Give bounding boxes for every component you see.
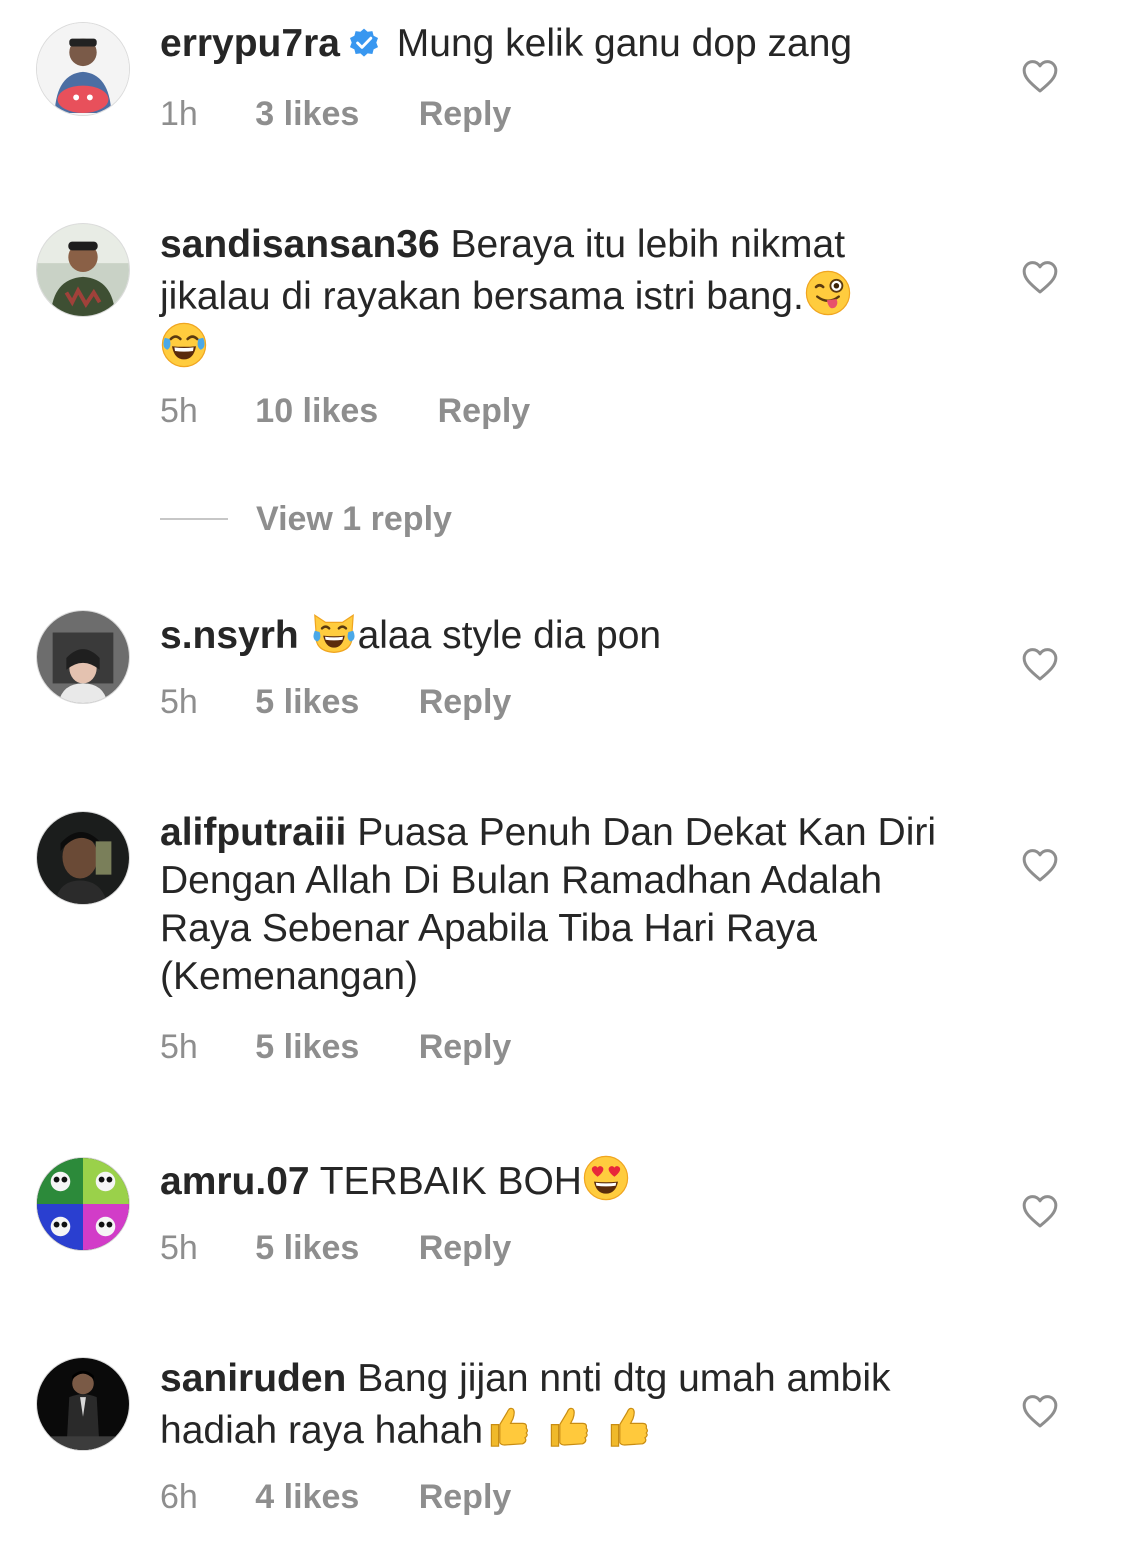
smiling-face-with-heart-eyes-emoji: [582, 1154, 630, 1202]
comment-time: 1h: [160, 95, 198, 133]
avatar[interactable]: [36, 1357, 130, 1451]
view-replies-button[interactable]: View 1 reply: [160, 500, 452, 542]
divider-line: [160, 518, 228, 520]
heart-outline-icon[interactable]: [1020, 644, 1060, 684]
reply-button[interactable]: Reply: [419, 1027, 512, 1067]
comment-meta: 5h 5 likes Reply: [160, 1027, 511, 1067]
heart-outline-icon[interactable]: [1020, 56, 1060, 96]
comment-username[interactable]: s.nsyrh: [160, 614, 299, 657]
thumbs-up-emoji: [483, 1403, 531, 1451]
avatar[interactable]: [36, 610, 130, 704]
reply-button[interactable]: Reply: [438, 391, 531, 431]
comment-meta: 5h 10 likes Reply: [160, 391, 530, 431]
avatar[interactable]: [36, 811, 130, 905]
comment-text-block: sandisansan36 Beraya itu lebih nikmat ji…: [160, 221, 950, 373]
comment-username[interactable]: errypu7ra: [160, 22, 340, 65]
comment-likes[interactable]: 5 likes: [255, 682, 359, 722]
comment-meta: 5h 5 likes Reply: [160, 1228, 511, 1268]
winking-face-with-tongue-emoji: [804, 269, 852, 317]
comment-username[interactable]: amru.07: [160, 1160, 310, 1203]
heart-outline-icon[interactable]: [1020, 1391, 1060, 1431]
face-with-tears-of-joy-emoji: [160, 321, 208, 369]
comment-text-block: saniruden Bang jijan nnti dtg umah ambik…: [160, 1355, 950, 1455]
comment-text-block: errypu7ra Mung kelik ganu dop zang: [160, 20, 950, 68]
comment-likes[interactable]: 3 likes: [255, 94, 359, 134]
comment-body: alaa style dia pon: [357, 614, 662, 657]
comment-likes[interactable]: 5 likes: [255, 1228, 359, 1268]
comment-username[interactable]: alifputraiii: [160, 811, 346, 854]
thumbs-up-emoji: [603, 1403, 651, 1451]
cat-with-tears-of-joy-emoji: [310, 608, 358, 656]
heart-outline-icon[interactable]: [1020, 845, 1060, 885]
comment-body: Mung kelik ganu dop zang: [396, 22, 853, 65]
heart-outline-icon[interactable]: [1020, 257, 1060, 297]
reply-button[interactable]: Reply: [419, 1477, 512, 1517]
reply-button[interactable]: Reply: [419, 1228, 512, 1268]
comment-meta: 1h 3 likes Reply: [160, 94, 511, 134]
avatar[interactable]: [36, 1157, 130, 1251]
comment-meta: 5h 5 likes Reply: [160, 682, 511, 722]
comment-time: 5h: [160, 1028, 198, 1066]
comment-likes[interactable]: 10 likes: [255, 391, 378, 431]
comment-time: 5h: [160, 1229, 198, 1267]
thumbs-up-emoji: [543, 1403, 591, 1451]
comment-text-block: s.nsyrh alaa style dia pon: [160, 608, 950, 660]
comment-meta: 6h 4 likes Reply: [160, 1477, 511, 1517]
comment-text-block: amru.07 TERBAIK BOH: [160, 1154, 950, 1206]
avatar[interactable]: [36, 223, 130, 317]
reply-button[interactable]: Reply: [419, 682, 512, 722]
comment-time: 6h: [160, 1478, 198, 1516]
reply-button[interactable]: Reply: [419, 94, 512, 134]
comment-time: 5h: [160, 683, 198, 721]
comment-username[interactable]: sandisansan36: [160, 223, 440, 266]
comment-time: 5h: [160, 392, 198, 430]
verified-badge-icon: [348, 27, 380, 59]
heart-outline-icon[interactable]: [1020, 1191, 1060, 1231]
comment-likes[interactable]: 5 likes: [255, 1027, 359, 1067]
comment-likes[interactable]: 4 likes: [255, 1477, 359, 1517]
comment-text-block: alifputraiii Puasa Penuh Dan Dekat Kan D…: [160, 809, 950, 1001]
view-replies-label: View 1 reply: [256, 500, 452, 538]
avatar[interactable]: [36, 22, 130, 116]
comment-username[interactable]: saniruden: [160, 1357, 346, 1400]
comment-body: TERBAIK BOH: [319, 1160, 582, 1203]
